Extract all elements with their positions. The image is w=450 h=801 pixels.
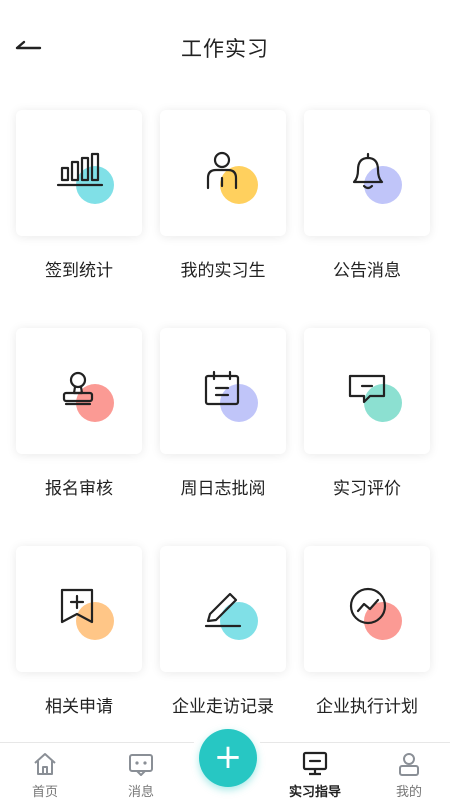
grid-item-label: 报名审核: [45, 479, 113, 499]
home-icon: [34, 753, 56, 775]
grid-item-label: 企业执行计划: [316, 697, 418, 717]
tab-internship-guidance[interactable]: 实习指导: [270, 743, 360, 801]
card[interactable]: [304, 546, 430, 672]
grid-item-label: 周日志批阅: [180, 479, 266, 499]
bar-chart-icon: [56, 152, 104, 187]
trend-circle-icon: [349, 587, 387, 625]
tab-home[interactable]: 首页: [0, 743, 90, 801]
calendar-icon: [204, 370, 240, 406]
grid-item-label: 签到统计: [45, 261, 113, 281]
card[interactable]: [304, 110, 430, 236]
user-icon: [399, 753, 419, 776]
grid-item-label: 相关申请: [45, 697, 113, 717]
tab-me[interactable]: 我的: [364, 743, 450, 801]
tab-label: 实习指导: [288, 785, 341, 800]
grid-item-label: 企业走访记录: [172, 697, 274, 717]
tab-label: 首页: [31, 785, 58, 800]
message-icon: [129, 754, 153, 776]
flag-plus-icon: [60, 588, 94, 624]
bell-icon: [352, 152, 384, 190]
card[interactable]: [16, 328, 142, 454]
comment-icon: [348, 374, 386, 404]
pencil-icon: [204, 592, 242, 628]
card[interactable]: [160, 110, 286, 236]
grid-item-label: 公告消息: [333, 261, 401, 281]
grid-item-label: 实习评价: [333, 479, 401, 499]
tab-label: 我的: [395, 785, 422, 800]
card[interactable]: [16, 110, 142, 236]
person-icon: [206, 151, 238, 190]
card[interactable]: [304, 328, 430, 454]
add-button[interactable]: +: [199, 729, 257, 787]
grid-item-label: 我的实习生: [180, 261, 266, 281]
monitor-icon: [302, 751, 328, 776]
card[interactable]: [160, 546, 286, 672]
tab-messages[interactable]: 消息: [96, 743, 186, 801]
header: 工作实习: [0, 0, 450, 96]
card[interactable]: [160, 328, 286, 454]
page-title: 工作实习: [181, 37, 269, 61]
tab-label: 消息: [127, 785, 154, 800]
card[interactable]: [16, 546, 142, 672]
stamp-icon: [62, 371, 94, 406]
